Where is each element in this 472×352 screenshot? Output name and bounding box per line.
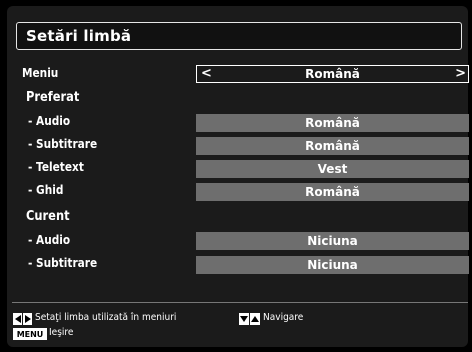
up-arrow-key-icon (250, 313, 260, 325)
preferred-audio-label: - Audio (28, 114, 71, 128)
preferred-guide-value[interactable]: Română (196, 183, 469, 201)
current-heading: Curent (26, 209, 70, 224)
current-audio-value: Niciuna (196, 232, 469, 250)
left-arrow-key-icon (13, 313, 22, 325)
navigate-hint: Navigare (263, 312, 304, 323)
preferred-subtitle-value[interactable]: Română (196, 137, 469, 155)
footer-divider (12, 302, 468, 303)
current-audio-label: - Audio (28, 233, 71, 247)
right-arrow-key-icon (23, 313, 32, 325)
menu-key-icon: MENU (13, 328, 47, 340)
preferred-audio-value[interactable]: Română (196, 114, 469, 132)
preferred-teletext-value[interactable]: Vest (196, 160, 469, 178)
preferred-teletext-label: - Teletext (28, 160, 84, 174)
chevron-left-icon[interactable]: < (201, 66, 212, 82)
exit-hint: Ieşire (49, 327, 74, 338)
preferred-subtitle-label: - Subtitrare (28, 137, 98, 151)
set-language-hint: Setaţi limba utilizată în meniuri (35, 312, 177, 323)
preferred-heading: Preferat (26, 90, 80, 105)
current-subtitle-label: - Subtitrare (28, 256, 98, 270)
title-bar: Setări limbă (16, 22, 462, 50)
current-subtitle-value: Niciuna (196, 256, 469, 274)
menu-language-selector[interactable]: < Română > (196, 65, 469, 83)
chevron-right-icon[interactable]: > (455, 66, 466, 82)
page-title: Setări limbă (26, 27, 132, 45)
menu-language-value: Română (305, 67, 360, 81)
preferred-guide-label: - Ghid (28, 183, 64, 197)
menu-language-label: Meniu (22, 66, 59, 80)
down-arrow-key-icon (239, 313, 249, 325)
